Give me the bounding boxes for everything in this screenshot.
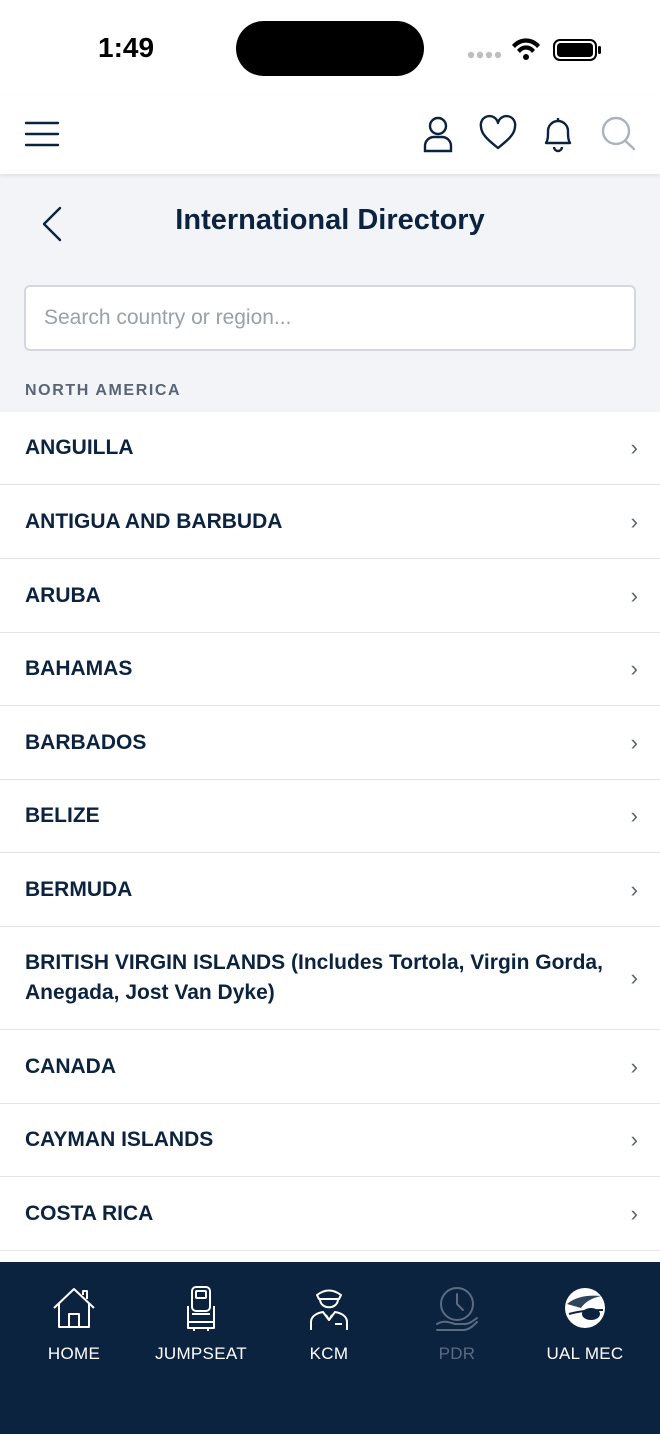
tab-ual-mec[interactable]: UAL MEC — [521, 1284, 649, 1384]
chevron-right-icon: › — [630, 803, 638, 828]
country-name: BRITISH VIRGIN ISLANDS (Includes Tortola… — [25, 951, 603, 1004]
status-icons — [467, 38, 601, 61]
country-name: COSTA RICA — [25, 1201, 154, 1225]
country-name: BELIZE — [25, 804, 100, 827]
country-row[interactable]: CANADA › — [0, 1030, 660, 1104]
tab-label: HOME — [47, 1344, 101, 1363]
tab-label: JUMPSEAT — [155, 1344, 247, 1363]
chevron-right-icon: › — [630, 435, 638, 460]
menu-icon — [24, 121, 60, 147]
notifications-button[interactable] — [538, 114, 578, 154]
tab-kcm[interactable]: KCM — [265, 1284, 393, 1384]
country-row[interactable]: COSTA RICA › — [0, 1177, 660, 1251]
seat-icon — [187, 1286, 215, 1331]
search-icon — [601, 116, 636, 151]
clock-hand-icon — [436, 1287, 478, 1331]
country-row[interactable]: BRITISH VIRGIN ISLANDS (Includes Tortola… — [0, 927, 660, 1030]
page-title: International Directory — [175, 204, 485, 236]
favorites-button[interactable] — [478, 114, 518, 154]
country-name: ANGUILLA — [25, 436, 134, 459]
search-button[interactable] — [598, 114, 638, 154]
country-name: BERMUDA — [25, 877, 133, 901]
country-row[interactable]: CAYMAN ISLANDS › — [0, 1104, 660, 1177]
country-row[interactable]: BAHAMAS › — [0, 633, 660, 706]
app-header — [0, 96, 660, 174]
battery-icon — [553, 39, 601, 61]
country-row[interactable]: ARUBA › — [0, 559, 660, 633]
country-row[interactable] — [0, 1251, 660, 1262]
search-box — [24, 285, 636, 351]
heart-icon — [479, 114, 517, 150]
chevron-right-icon: › — [630, 656, 638, 681]
tab-label: PDR — [438, 1344, 476, 1363]
tab-jumpseat[interactable]: JUMPSEAT — [137, 1284, 265, 1384]
pilot-icon — [310, 1289, 348, 1330]
profile-button[interactable] — [418, 114, 458, 154]
country-row[interactable]: BERMUDA › — [0, 853, 660, 927]
wifi-icon — [512, 38, 540, 60]
bottom-tab-bar: HOME JUMPSEAT KCM PDR UAL MEC — [0, 1262, 660, 1434]
country-row[interactable]: BARBADOS › — [0, 706, 660, 780]
country-row[interactable]: BELIZE › — [0, 780, 660, 853]
cellular-signal-icon — [467, 51, 502, 59]
tab-pdr[interactable]: PDR — [393, 1284, 521, 1384]
country-row[interactable]: ANTIGUA AND BARBUDA › — [0, 485, 660, 559]
chevron-right-icon: › — [630, 1200, 638, 1226]
country-name: CANADA — [25, 1054, 116, 1078]
home-icon — [53, 1288, 95, 1328]
tab-label: UAL MEC — [546, 1344, 624, 1363]
country-row[interactable]: ANGUILLA › — [0, 412, 660, 485]
chevron-right-icon: › — [630, 582, 638, 608]
chevron-right-icon: › — [630, 876, 638, 902]
country-name: BARBADOS — [25, 730, 147, 754]
tab-home[interactable]: HOME — [10, 1284, 138, 1384]
country-name: BAHAMAS — [25, 657, 133, 680]
status-time: 1:49 — [98, 32, 155, 63]
chevron-right-icon: › — [630, 1127, 638, 1152]
country-name: ARUBA — [25, 583, 101, 607]
user-icon — [423, 116, 453, 153]
section-header: NORTH AMERICA — [25, 382, 182, 399]
country-list: ANGUILLA › ANTIGUA AND BARBUDA › ARUBA ›… — [0, 412, 660, 1262]
status-bar: 1:49 — [0, 0, 660, 96]
search-input[interactable] — [26, 287, 634, 349]
chevron-right-icon: › — [630, 1053, 638, 1079]
dynamic-island — [236, 21, 424, 76]
bell-icon — [544, 118, 572, 153]
alpa-globe-icon — [565, 1288, 605, 1328]
menu-button[interactable] — [22, 114, 62, 154]
tab-label: KCM — [309, 1344, 349, 1363]
country-name: ANTIGUA AND BARBUDA — [25, 509, 283, 533]
chevron-right-icon: › — [630, 508, 638, 534]
chevron-right-icon: › — [630, 965, 638, 990]
country-name: CAYMAN ISLANDS — [25, 1128, 214, 1151]
chevron-right-icon: › — [630, 729, 638, 755]
